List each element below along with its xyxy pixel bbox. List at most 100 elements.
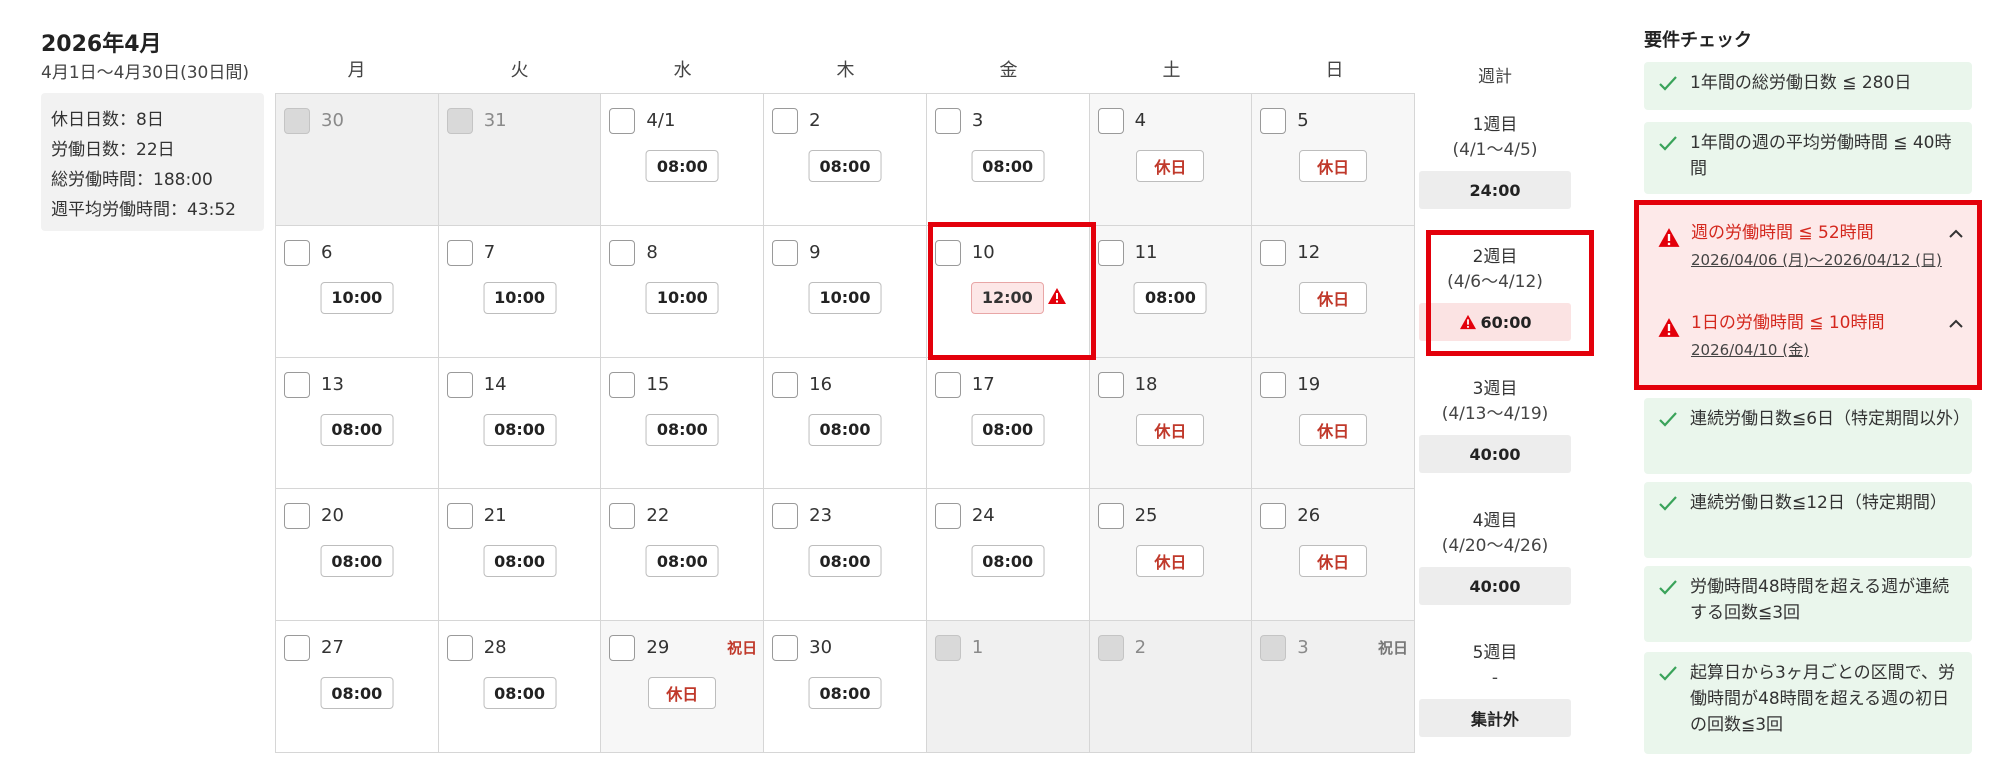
day-number: 1 [971,637,984,659]
day-checkbox[interactable] [1260,371,1287,398]
work-hours-button[interactable]: 08:00 [645,413,719,446]
day-cell: 7 10:00 [438,225,602,358]
week-range: (4/6～4/12) [1447,272,1543,292]
requirement-passed: 1年間の総労働日数 ≦ 280日 [1644,62,1972,110]
day-checkbox[interactable] [934,503,961,530]
day-checkbox [284,108,310,134]
day-cell: 27 08:00 [276,621,439,753]
weekday-thu: 木 [836,60,855,81]
day-cell: 30 [276,94,439,226]
day-checkbox[interactable] [609,503,636,530]
day-cell: 31 [438,94,602,226]
day-cell: 4 休日 [1089,94,1253,226]
day-checkbox[interactable] [772,371,799,398]
day-cell: 19 休日 [1252,357,1415,490]
day-cell: 24 08:00 [926,489,1090,622]
work-hours-button[interactable]: 08:00 [320,545,394,578]
day-number: 30 [321,110,344,131]
day-cell: 4/1 08:00 [601,94,765,226]
holiday-button[interactable]: 休日 [1136,545,1205,578]
day-checkbox[interactable] [1097,503,1124,530]
summary-workdays: 労働日数：22日 [51,140,175,160]
week-total-value: 40:00 [1419,435,1571,473]
holiday-button[interactable]: 休日 [648,677,717,710]
day-checkbox[interactable] [934,239,961,266]
requirements-title: 要件チェック [1644,30,1752,51]
requirement-failed[interactable]: 1日の労働時間 ≦ 10時間 2026/04/10 (金) [1639,309,1977,363]
work-hours-button[interactable]: 08:00 [483,545,557,578]
day-checkbox[interactable] [1260,239,1287,266]
work-hours-button[interactable]: 12:00 [970,281,1044,314]
work-hours-button[interactable]: 08:00 [808,150,882,182]
day-checkbox[interactable] [772,108,799,134]
check-icon [1659,136,1677,151]
day-checkbox[interactable] [609,635,636,662]
day-checkbox[interactable] [1260,503,1287,530]
day-checkbox[interactable] [284,371,310,398]
day-number: 12 [1297,241,1321,263]
day-cell: 22 08:00 [601,489,765,622]
week-total-text: 60:00 [1480,312,1532,332]
holiday-button[interactable]: 休日 [1299,281,1368,314]
work-hours-button[interactable]: 10:00 [483,281,557,314]
day-checkbox[interactable] [772,239,799,266]
day-checkbox[interactable] [772,503,799,530]
day-checkbox[interactable] [934,371,961,398]
day-number: 4 [1134,110,1147,131]
holiday-button[interactable]: 休日 [1136,150,1205,182]
month-title: 2026年4月 [41,32,162,57]
warning-icon [1658,228,1680,247]
day-checkbox[interactable] [609,239,636,266]
error-date-link[interactable]: 2026/04/10 (金) [1691,337,1977,363]
work-hours-button[interactable]: 08:00 [808,677,882,710]
work-hours-button[interactable]: 08:00 [971,413,1045,446]
work-hours-button[interactable]: 08:00 [1133,281,1207,314]
day-checkbox[interactable] [284,239,310,266]
day-checkbox[interactable] [446,371,473,398]
work-hours-button[interactable]: 08:00 [645,150,719,182]
day-checkbox[interactable] [284,635,310,662]
requirement-failed[interactable]: 週の労働時間 ≦ 52時間 2026/04/06 (月)～2026/04/12 … [1639,219,1977,273]
holiday-button[interactable]: 休日 [1299,150,1368,182]
summary-weekly-average: 週平均労働時間：43:52 [51,200,236,220]
work-hours-button[interactable]: 08:00 [483,413,557,446]
day-checkbox[interactable] [1097,239,1124,266]
chevron-up-icon[interactable] [1947,225,1965,243]
week-title: 1週目 [1472,115,1518,135]
day-checkbox[interactable] [446,239,473,266]
work-hours-button[interactable]: 08:00 [320,677,394,710]
day-checkbox[interactable] [446,503,473,530]
chevron-up-icon[interactable] [1947,315,1965,333]
day-number: 20 [321,505,344,527]
work-hours-button[interactable]: 08:00 [320,413,394,446]
day-cell: 16 08:00 [764,357,927,490]
day-checkbox[interactable] [772,635,799,662]
holiday-button[interactable]: 休日 [1299,545,1368,578]
day-checkbox[interactable] [934,108,961,134]
day-checkbox[interactable] [1097,108,1124,134]
work-hours-button[interactable]: 08:00 [808,413,882,446]
requirement-passed: 起算日から3ヶ月ごとの区間で、労働時間が48時間を超える週の初日の回数≦3回 [1644,652,1972,754]
day-number: 27 [321,637,344,659]
day-checkbox[interactable] [1260,108,1287,134]
work-hours-button[interactable]: 10:00 [320,281,394,314]
day-checkbox[interactable] [284,503,310,530]
day-checkbox[interactable] [1097,371,1124,398]
holiday-button[interactable]: 休日 [1299,413,1368,446]
holiday-button[interactable]: 休日 [1136,413,1205,446]
warning-icon [1459,314,1476,330]
work-hours-button[interactable]: 08:00 [808,545,882,578]
day-checkbox[interactable] [446,635,473,662]
work-hours-button[interactable]: 08:00 [645,545,719,578]
error-date-link[interactable]: 2026/04/06 (月)～2026/04/12 (日) [1691,247,1977,273]
work-hours-button[interactable]: 08:00 [971,545,1045,578]
day-checkbox[interactable] [609,371,636,398]
work-hours-button[interactable]: 10:00 [808,281,882,314]
work-hours-button[interactable]: 10:00 [645,281,719,314]
week-range: - [1491,668,1499,688]
weekday-fri: 金 [999,60,1018,81]
day-checkbox[interactable] [609,108,636,134]
public-holiday-tag: 祝日 [727,639,758,658]
work-hours-button[interactable]: 08:00 [483,677,557,710]
work-hours-button[interactable]: 08:00 [971,150,1045,182]
